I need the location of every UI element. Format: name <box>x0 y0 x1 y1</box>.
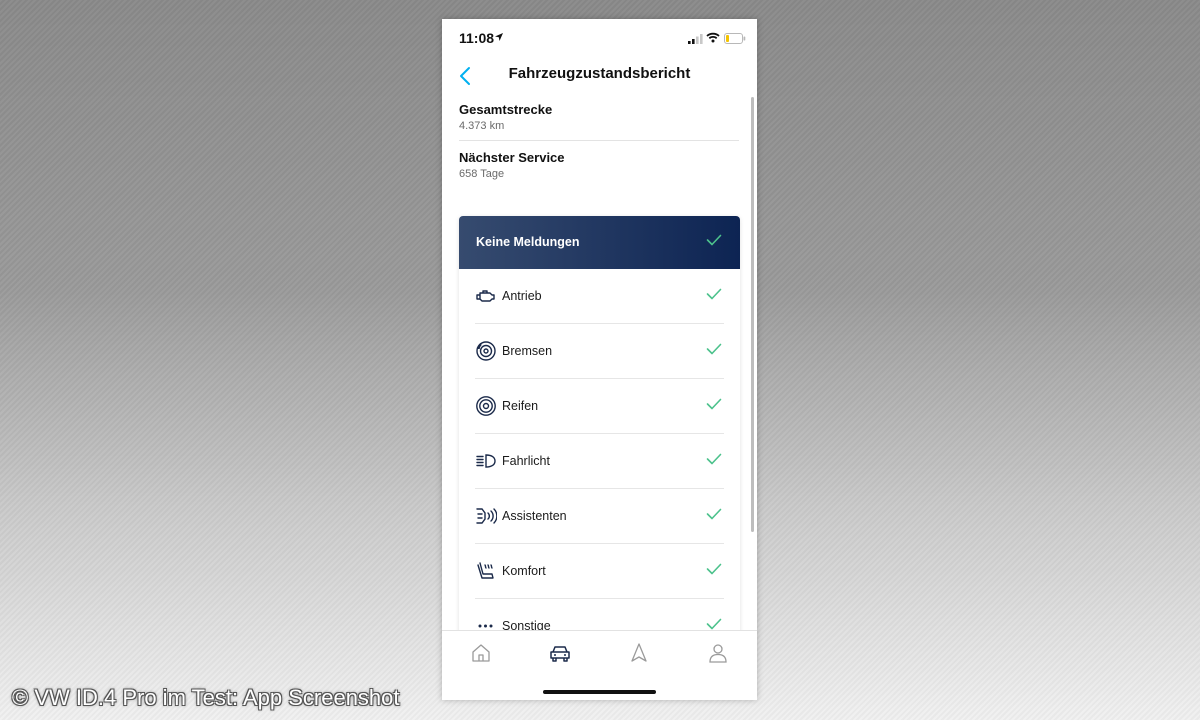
battery-icon <box>724 33 746 44</box>
status-bar: 11:08 <box>442 19 757 59</box>
status-item-label: Bremsen <box>502 344 553 358</box>
status-item-reifen[interactable]: Reifen <box>475 379 724 434</box>
headlight-icon <box>476 454 496 468</box>
brake-disc-icon <box>476 341 496 361</box>
page-title: Fahrzeugzustandsbericht <box>508 65 691 82</box>
check-icon <box>706 398 722 410</box>
check-icon <box>706 288 722 300</box>
assist-sensor-icon <box>476 508 497 524</box>
status-item-komfort[interactable]: Komfort <box>475 544 724 599</box>
status-item-fahrlicht[interactable]: Fahrlicht <box>475 434 724 489</box>
status-item-label: Antrieb <box>502 289 542 303</box>
status-item-antrieb[interactable]: Antrieb <box>475 269 724 324</box>
wifi-icon <box>706 32 720 43</box>
check-icon <box>706 234 722 246</box>
profile-icon <box>709 644 727 663</box>
info-row-next-service: Nächster Service 658 Tage <box>459 150 739 182</box>
status-item-label: Fahrlicht <box>502 454 550 468</box>
check-icon <box>706 618 722 630</box>
location-arrow-icon <box>495 33 503 41</box>
signal-icon <box>688 34 703 44</box>
home-icon <box>472 644 490 662</box>
status-time: 11:08 <box>459 30 495 46</box>
nav-bar: Fahrzeugzustandsbericht <box>442 59 757 95</box>
status-item-label: Reifen <box>502 399 539 413</box>
tab-home[interactable] <box>461 639 501 667</box>
tab-navigation[interactable] <box>619 639 659 667</box>
engine-icon <box>476 290 495 302</box>
tab-bar <box>442 630 757 700</box>
card-header: Keine Meldungen <box>459 216 740 269</box>
check-icon <box>706 563 722 575</box>
check-icon <box>706 453 722 465</box>
status-item-bremsen[interactable]: Bremsen <box>475 324 724 379</box>
status-card: Keine Meldungen Antrieb Bremsen Reifen F… <box>459 216 740 646</box>
info-row-total-distance: Gesamtstrecke 4.373 km <box>459 102 739 134</box>
info-value: 658 Tage <box>459 168 505 180</box>
info-value: 4.373 km <box>459 120 505 132</box>
status-item-label: Komfort <box>502 564 546 578</box>
info-label: Nächster Service <box>459 150 565 165</box>
navigation-icon <box>631 643 647 662</box>
status-item-assistenten[interactable]: Assistenten <box>475 489 724 544</box>
scrollbar[interactable] <box>751 97 754 532</box>
phone-screen: 11:08 Fahrzeugzustandsbericht Gesamtstre… <box>442 19 757 700</box>
info-label: Gesamtstrecke <box>459 102 553 117</box>
image-caption: © VW ID.4 Pro im Test: App Screenshot <box>12 685 400 710</box>
tire-icon <box>476 396 496 416</box>
card-header-label: Keine Meldungen <box>476 235 580 249</box>
seat-icon <box>477 562 494 579</box>
check-icon <box>706 508 722 520</box>
home-indicator <box>543 690 656 694</box>
check-icon <box>706 343 722 355</box>
divider <box>459 140 739 141</box>
status-item-label: Assistenten <box>502 509 567 523</box>
tab-profile[interactable] <box>698 639 738 667</box>
tab-vehicle[interactable] <box>540 639 580 667</box>
car-icon <box>550 646 570 662</box>
